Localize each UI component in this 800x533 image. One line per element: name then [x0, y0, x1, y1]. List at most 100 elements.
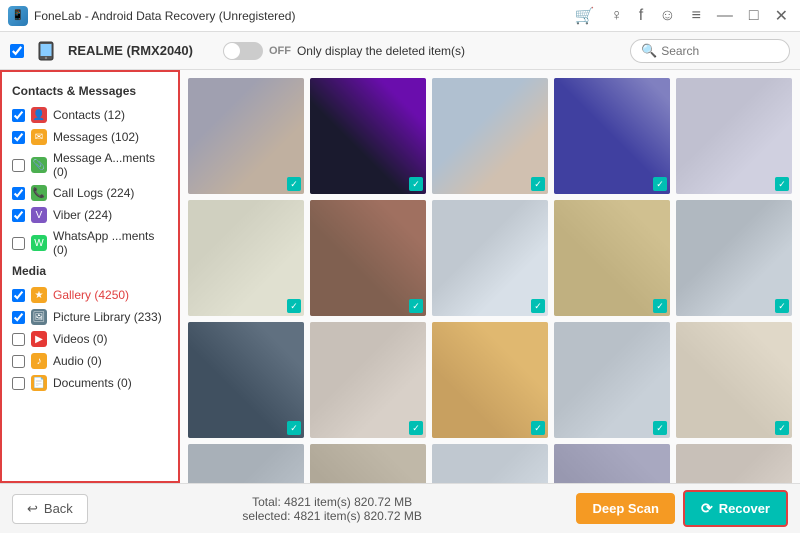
gallery-item[interactable]: ✓	[676, 444, 792, 483]
sidebar-item-checkbox[interactable]	[12, 333, 25, 346]
sidebar-item-icon: 👤	[31, 107, 47, 123]
sidebar-item-label: Messages (102)	[53, 130, 139, 144]
gallery-item[interactable]: ✓	[310, 322, 426, 438]
gallery-item-check: ✓	[653, 421, 667, 435]
gallery-area: ✓✓✓✓✓✓✓✓✓✓✓✓✓✓✓✓✓✓✓✓	[180, 70, 800, 483]
sidebar-item[interactable]: WWhatsApp ...ments (0)	[2, 226, 178, 260]
device-icon	[34, 39, 58, 63]
gallery-item[interactable]: ✓	[676, 78, 792, 194]
sidebar-item-checkbox[interactable]	[12, 209, 25, 222]
gallery-item[interactable]: ✓	[432, 78, 548, 194]
sidebar-item-icon: ♪	[31, 353, 47, 369]
sidebar-item-checkbox[interactable]	[12, 355, 25, 368]
gallery-item[interactable]: ✓	[432, 322, 548, 438]
title-bar-left: 📱 FoneLab - Android Data Recovery (Unreg…	[8, 6, 295, 26]
account-icon[interactable]: ♀	[607, 7, 627, 25]
back-arrow-icon: ↩	[27, 501, 38, 517]
main-content: Contacts & Messages👤Contacts (12)✉Messag…	[0, 70, 800, 483]
minimize-button[interactable]: —	[713, 7, 737, 25]
gallery-image	[310, 444, 426, 483]
gallery-item[interactable]: ✓	[310, 444, 426, 483]
sidebar-item[interactable]: ♪ Audio (0)	[2, 350, 178, 372]
sidebar-item-checkbox[interactable]	[12, 311, 25, 324]
back-label: Back	[44, 501, 73, 516]
sidebar-item[interactable]: 📄Documents (0)	[2, 372, 178, 394]
cart-icon[interactable]: 🛒	[571, 6, 599, 26]
gallery-item[interactable]: ✓	[554, 78, 670, 194]
search-input[interactable]	[661, 44, 779, 58]
sidebar-item-checkbox[interactable]	[12, 377, 25, 390]
sidebar-item[interactable]: ★Gallery (4250)	[2, 284, 178, 306]
gallery-item-check: ✓	[409, 177, 423, 191]
sidebar-item-icon: 📎	[31, 157, 47, 173]
title-bar: 📱 FoneLab - Android Data Recovery (Unreg…	[0, 0, 800, 32]
gallery-item[interactable]: ✓	[188, 200, 304, 316]
gallery-item-check: ✓	[775, 421, 789, 435]
gallery-item[interactable]: ✓	[310, 78, 426, 194]
gallery-item[interactable]: ✓	[432, 444, 548, 483]
sidebar-item-checkbox[interactable]	[12, 237, 25, 250]
sidebar-item-label: Call Logs (224)	[53, 186, 134, 200]
gallery-item-check: ✓	[287, 421, 301, 435]
recover-label: Recover	[719, 501, 770, 516]
sidebar-item-icon: ✉	[31, 129, 47, 145]
gallery-item-check: ✓	[409, 299, 423, 313]
gallery-item[interactable]: ✓	[554, 200, 670, 316]
search-icon: 🔍	[641, 43, 657, 59]
toggle-switch[interactable]	[223, 42, 263, 60]
sidebar-item-checkbox[interactable]	[12, 187, 25, 200]
sidebar-item[interactable]: ✉ Messages (102)	[2, 126, 178, 148]
sidebar-item-checkbox[interactable]	[12, 289, 25, 302]
gallery-item[interactable]: ✓	[188, 78, 304, 194]
gallery-item[interactable]: ✓	[676, 322, 792, 438]
toggle-description: Only display the deleted item(s)	[297, 44, 465, 58]
gallery-item-check: ✓	[775, 177, 789, 191]
sidebar-item[interactable]: 🖼Picture Library (233)	[2, 306, 178, 328]
toggle-area: OFF Only display the deleted item(s)	[223, 42, 465, 60]
sidebar-item[interactable]: 👤 Contacts (12)	[2, 104, 178, 126]
sidebar-item-label: Picture Library (233)	[53, 310, 162, 324]
gallery-item[interactable]: ✓	[676, 200, 792, 316]
gallery-item-check: ✓	[409, 421, 423, 435]
sidebar-item[interactable]: 📎Message A...ments (0)	[2, 148, 178, 182]
sidebar-item-label: Contacts (12)	[53, 108, 125, 122]
gallery-item[interactable]: ✓	[554, 444, 670, 483]
chat-icon[interactable]: ☺	[655, 7, 679, 25]
gallery-item-check: ✓	[653, 177, 667, 191]
sidebar-item-icon: W	[31, 235, 47, 251]
back-button[interactable]: ↩ Back	[12, 494, 88, 524]
device-checkbox[interactable]	[10, 44, 24, 58]
total-text: Total: 4821 item(s) 820.72 MB	[242, 495, 421, 509]
footer: ↩ Back Total: 4821 item(s) 820.72 MB sel…	[0, 483, 800, 533]
gallery-item[interactable]: ✓	[432, 200, 548, 316]
gallery-item[interactable]: ✓	[188, 444, 304, 483]
gallery-item[interactable]: ✓	[554, 322, 670, 438]
maximize-button[interactable]: □	[745, 7, 763, 25]
sidebar-item[interactable]: 📞Call Logs (224)	[2, 182, 178, 204]
selected-text: selected: 4821 item(s) 820.72 MB	[242, 509, 421, 523]
gallery-item[interactable]: ✓	[310, 200, 426, 316]
sidebar-item-icon: V	[31, 207, 47, 223]
sidebar-item[interactable]: ▶Videos (0)	[2, 328, 178, 350]
sidebar-item-label: Documents (0)	[53, 376, 132, 390]
title-bar-actions: 🛒 ♀ f ☺ ≡ — □ ✕	[571, 6, 792, 26]
close-button[interactable]: ✕	[771, 6, 792, 26]
facebook-icon[interactable]: f	[635, 7, 647, 25]
gallery-item[interactable]: ✓	[188, 322, 304, 438]
sidebar-item-checkbox[interactable]	[12, 131, 25, 144]
search-area[interactable]: 🔍	[630, 39, 790, 63]
gallery-image	[188, 444, 304, 483]
menu-icon[interactable]: ≡	[688, 7, 705, 25]
sidebar-item-checkbox[interactable]	[12, 109, 25, 122]
sidebar-item-checkbox[interactable]	[12, 159, 25, 172]
gallery-item-check: ✓	[653, 299, 667, 313]
toggle-knob	[224, 43, 240, 59]
gallery-image	[432, 444, 548, 483]
sidebar-item[interactable]: VViber (224)	[2, 204, 178, 226]
gallery-item-check: ✓	[775, 299, 789, 313]
app-icon: 📱	[8, 6, 28, 26]
sidebar-item-label: Audio (0)	[53, 354, 102, 368]
deep-scan-button[interactable]: Deep Scan	[576, 493, 674, 524]
recover-button[interactable]: ⟳ Recover	[683, 490, 788, 527]
sidebar: Contacts & Messages👤Contacts (12)✉Messag…	[0, 70, 180, 483]
